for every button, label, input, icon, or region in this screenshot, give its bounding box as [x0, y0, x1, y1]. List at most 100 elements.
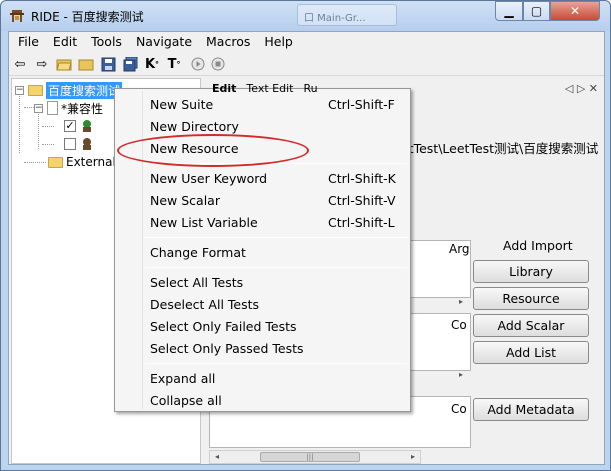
save-icon: [101, 57, 115, 71]
menu-item-expand-all[interactable]: Expand all: [116, 367, 409, 389]
title-bar[interactable]: RIDE - 百度搜索测试 口 Main-Gr... ▁ ▢ ✕: [1, 1, 610, 31]
menu-item-shortcut: Ctrl-Shift-K: [328, 170, 396, 186]
maximize-icon: ▢: [530, 4, 543, 18]
minimize-icon: ▁: [504, 4, 514, 18]
scroll-left-icon[interactable]: ◂: [210, 451, 224, 463]
tree-line: [19, 93, 20, 153]
stop-icon: [211, 57, 225, 71]
test-1-checkbox[interactable]: ✓: [64, 120, 76, 132]
menu-separator: [145, 267, 407, 268]
tree-node-test-2[interactable]: [64, 135, 94, 153]
menu-item-label: Select All Tests: [150, 274, 244, 290]
source-path: etTest\LeetTest测试\百度搜索测试: [401, 141, 599, 156]
grid-header-arg: Arg: [449, 242, 470, 256]
menu-item-select-failed-tests[interactable]: Select Only Failed Tests: [116, 315, 409, 337]
menu-item-new-directory[interactable]: New Directory: [116, 115, 409, 137]
tree-node-test-1[interactable]: ✓: [64, 117, 94, 135]
editor-tabs: Edit Text Edit Ru: [212, 82, 318, 95]
grid-scroll-right-icon[interactable]: ▸: [454, 296, 468, 308]
search-keywords-button[interactable]: K °: [143, 55, 161, 73]
library-button[interactable]: Library: [473, 260, 589, 283]
menu-item-shortcut: Ctrl-Shift-F: [328, 96, 395, 112]
menu-help[interactable]: Help: [257, 32, 300, 51]
test-magnifier-icon: °: [176, 59, 181, 69]
menu-item-change-format[interactable]: Change Format: [116, 241, 409, 263]
menu-item-new-suite[interactable]: New Suite Ctrl-Shift-F: [116, 93, 409, 115]
keyword-magnifier-icon: °: [155, 59, 160, 69]
keyword-k-icon: K: [144, 56, 156, 72]
open-folder-icon: [56, 59, 72, 71]
close-button[interactable]: ✕: [550, 1, 600, 21]
maximize-button[interactable]: ▢: [523, 1, 550, 21]
menu-item-new-user-keyword[interactable]: New User Keyword Ctrl-Shift-K: [116, 167, 409, 189]
scroll-right-icon[interactable]: ▸: [406, 451, 420, 463]
menu-separator: [145, 163, 407, 164]
tree-node-suite[interactable]: − *兼容性: [34, 99, 103, 117]
open-button[interactable]: [55, 55, 73, 73]
open-directory-button[interactable]: [77, 55, 95, 73]
back-button[interactable]: ⇦: [11, 55, 29, 73]
menu-item-new-scalar[interactable]: New Scalar Ctrl-Shift-V: [116, 189, 409, 211]
menu-item-label: New Scalar: [150, 192, 220, 208]
run-button[interactable]: [189, 55, 207, 73]
window-title: RIDE - 百度搜索测试: [31, 10, 144, 24]
search-tests-button[interactable]: T °: [165, 55, 183, 73]
menu-item-label: Expand all: [150, 370, 216, 386]
tree-node-root[interactable]: − 百度搜索测试: [15, 81, 123, 99]
menu-bar: File Edit Tools Navigate Macros Help: [9, 32, 604, 51]
scrollbar-thumb[interactable]: |||: [260, 452, 360, 462]
tree-line: [24, 162, 46, 163]
menu-item-select-passed-tests[interactable]: Select Only Passed Tests: [116, 337, 409, 359]
menu-edit[interactable]: Edit: [46, 32, 84, 51]
add-list-button[interactable]: Add List: [473, 341, 589, 364]
tab-text-edit[interactable]: Text Edit: [246, 82, 293, 95]
add-metadata-button[interactable]: Add Metadata: [473, 398, 589, 421]
forward-button[interactable]: ⇨: [33, 55, 51, 73]
grid-header-co-1: Co: [451, 318, 467, 332]
test-2-checkbox[interactable]: [64, 138, 76, 150]
tab-run[interactable]: Ru: [303, 82, 317, 95]
menu-tools[interactable]: Tools: [84, 32, 129, 51]
add-scalar-button[interactable]: Add Scalar: [473, 314, 589, 337]
menu-macros[interactable]: Macros: [199, 32, 257, 51]
tree-line: [42, 126, 54, 127]
stop-button[interactable]: [209, 55, 227, 73]
grid-scroll-right-icon[interactable]: ▸: [454, 369, 468, 381]
tab-edit[interactable]: Edit: [212, 82, 236, 95]
menu-item-deselect-all-tests[interactable]: Deselect All Tests: [116, 293, 409, 315]
arrow-right-icon: ⇨: [36, 56, 48, 72]
menu-file[interactable]: File: [11, 32, 46, 51]
menu-item-collapse-all[interactable]: Collapse all: [116, 389, 409, 411]
grid-header-co-2: Co: [451, 402, 467, 416]
minimize-button[interactable]: ▁: [495, 1, 523, 21]
suite-file-icon: [47, 101, 58, 115]
menu-item-select-all-tests[interactable]: Select All Tests: [116, 271, 409, 293]
save-button[interactable]: [99, 55, 117, 73]
tree-node-root-label: 百度搜索测试: [46, 81, 123, 99]
tab-scroll-arrows[interactable]: ◁ ▷ ✕: [565, 82, 598, 95]
toolbar: ⇦ ⇨ K ° T °: [9, 52, 604, 76]
folder-icon: [78, 59, 94, 71]
tree-line: [42, 144, 54, 145]
ride-app-icon: [10, 10, 24, 22]
external-folder-icon: [48, 156, 63, 168]
save-all-button[interactable]: [121, 55, 139, 73]
resource-button[interactable]: Resource: [473, 287, 589, 310]
menu-item-label: Collapse all: [150, 392, 222, 408]
menu-item-new-list-variable[interactable]: New List Variable Ctrl-Shift-L: [116, 211, 409, 233]
menu-item-label: New Directory: [150, 118, 239, 134]
menu-navigate[interactable]: Navigate: [129, 32, 199, 51]
horizontal-scrollbar[interactable]: ◂ ||| ▸: [209, 450, 421, 464]
menu-item-new-resource[interactable]: New Resource: [116, 137, 409, 159]
menu-separator: [145, 237, 407, 238]
add-import-label: Add Import: [503, 238, 573, 253]
arrow-left-icon: ⇦: [14, 56, 26, 72]
save-all-icon: [123, 56, 137, 71]
menu-item-shortcut: Ctrl-Shift-L: [328, 214, 395, 230]
menu-item-label: Select Only Failed Tests: [150, 318, 297, 334]
menu-separator: [145, 363, 407, 364]
collapse-icon[interactable]: −: [15, 85, 24, 95]
robot-test-icon: [83, 120, 91, 132]
collapse-icon[interactable]: −: [34, 103, 43, 113]
play-icon: [191, 57, 205, 71]
